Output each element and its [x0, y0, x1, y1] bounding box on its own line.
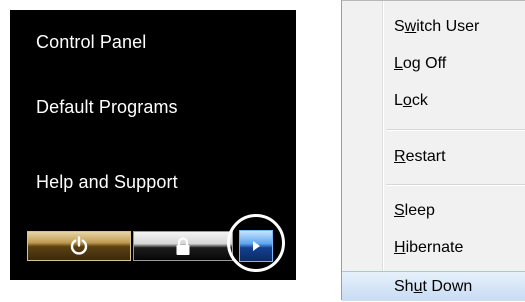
menu-item-restart[interactable]: Restart	[342, 144, 525, 170]
lock-button[interactable]	[133, 231, 233, 261]
start-button-row	[19, 214, 295, 273]
padlock-icon	[176, 237, 190, 255]
menu-item-lock[interactable]: Lock	[342, 88, 525, 114]
shutdown-button[interactable]	[27, 231, 131, 261]
control-panel-link[interactable]: Control Panel	[36, 32, 146, 53]
highlight-circle	[227, 214, 285, 272]
help-and-support-link[interactable]: Help and Support	[36, 172, 178, 193]
default-programs-link[interactable]: Default Programs	[36, 97, 178, 118]
shutdown-options-menu: Switch User Log Off Lock Restart Sleep H…	[341, 0, 525, 301]
menu-item-hibernate[interactable]: Hibernate	[342, 235, 525, 261]
menu-separator	[386, 184, 525, 186]
menu-item-shut-down[interactable]: Shut Down	[342, 271, 525, 301]
menu-separator	[386, 129, 525, 131]
menu-item-switch-user[interactable]: Switch User	[342, 14, 525, 40]
power-icon	[70, 236, 88, 255]
menu-item-log-off[interactable]: Log Off	[342, 51, 525, 77]
start-menu-pane: Control Panel Default Programs Help and …	[10, 10, 296, 280]
menu-item-sleep[interactable]: Sleep	[342, 198, 525, 224]
